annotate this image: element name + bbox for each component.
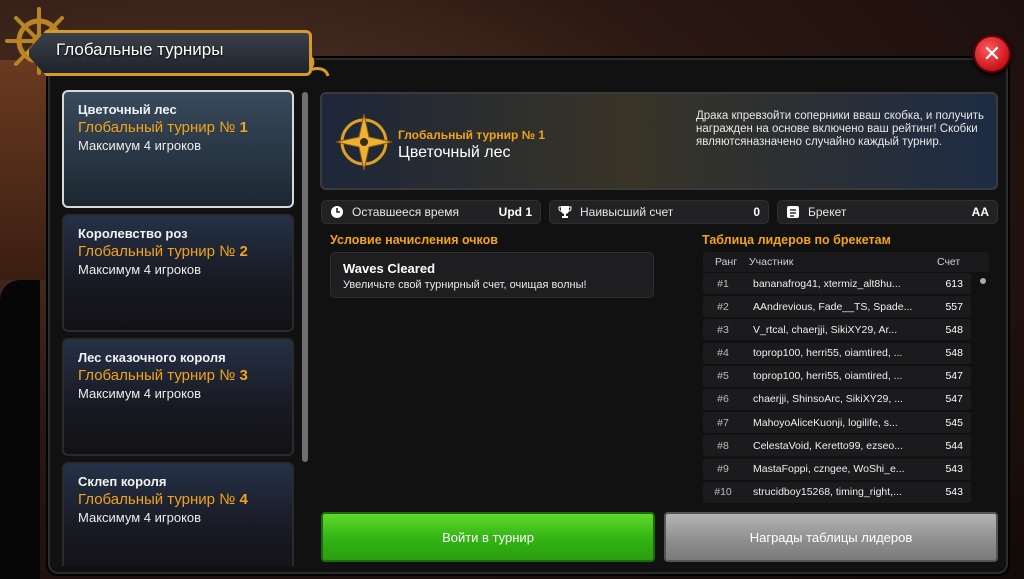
leaderboard-row: #2 AAndrevious, Fade__TS, Spade... 557 — [703, 296, 971, 318]
scoring-title: Условие начисления очков — [330, 233, 498, 247]
row-participants: CelestaVoid, Keretto99, ezseo... — [753, 439, 904, 452]
row-rank: #6 — [717, 393, 729, 406]
tournament-name: Лес сказочного короля — [78, 350, 226, 365]
leaderboard-rewards-button[interactable]: Награды таблицы лидеров — [664, 512, 998, 562]
column-rank: Ранг — [714, 256, 738, 268]
row-participants: MahoyoAliceKuonji, logilife, s... — [753, 416, 898, 429]
condition-title: Waves Cleared — [343, 261, 436, 276]
row-score: 548 — [945, 347, 963, 360]
hero-description: Драка кпревзойти соперники вваш скобка, … — [696, 110, 985, 148]
window-title: Глобальные турниры — [56, 40, 224, 59]
leaderboard-row: #9 MastaFoppi, czngee, WoShi_e... 543 — [703, 458, 971, 480]
scoring-condition: Waves Cleared Увеличьте свой турнирный с… — [330, 252, 654, 298]
column-score: Счет — [937, 256, 961, 268]
row-participants: toprop100, herri55, oiamtired, ... — [753, 370, 903, 383]
row-score: 543 — [945, 486, 963, 499]
leaderboard-row: #1 bananafrog41, xtermiz_alt8hu... 613 — [703, 273, 971, 294]
bracket-bar: Брекет AA — [777, 200, 998, 224]
bracket-value: AA — [971, 205, 989, 219]
tournament-card[interactable]: Цветочный лес Глобальный турнир № 1 Макс… — [62, 90, 294, 208]
row-score: 613 — [945, 277, 963, 290]
leaderboard-row: #8 CelestaVoid, Keretto99, ezseo... 544 — [703, 435, 971, 457]
tournament-name: Королевство роз — [78, 226, 188, 241]
row-rank: #10 — [714, 486, 732, 499]
row-rank: #9 — [717, 463, 729, 475]
highscore-bar: Наивысший счет 0 — [549, 200, 769, 224]
close-icon: ✕ — [982, 41, 1002, 66]
trophy-icon — [558, 205, 572, 219]
row-participants: MastaFoppi, czngee, WoShi_e... — [753, 463, 905, 475]
hero-tournament-name: Цветочный лес — [398, 144, 511, 161]
leaderboard-row: #10 strucidboy15268, timing_right,... 543 — [703, 481, 971, 503]
row-rank: #1 — [717, 277, 729, 290]
tournament-card[interactable]: Лес сказочного короля Глобальный турнир … — [62, 338, 294, 456]
tournament-name: Цветочный лес — [78, 102, 177, 117]
row-participants: bananafrog41, xtermiz_alt8hu... — [753, 277, 901, 290]
tournament-label: Глобальный турнир № 4 — [78, 491, 248, 508]
highscore-value: 0 — [753, 205, 760, 219]
list-icon — [786, 205, 800, 219]
bracket-label: Брекет — [808, 205, 847, 219]
leaderboard-row: #5 toprop100, herri55, oiamtired, ... 547 — [703, 365, 971, 387]
tournament-label: Глобальный турнир № 1 — [78, 119, 248, 136]
row-score: 547 — [945, 393, 963, 406]
row-score: 557 — [945, 300, 963, 313]
row-score: 544 — [945, 439, 963, 452]
compass-icon — [335, 113, 393, 171]
background-character — [0, 280, 40, 579]
hero-tournament-label: Глобальный турнир № 1 — [398, 128, 545, 142]
row-participants: toprop100, herri55, oiamtired, ... — [753, 347, 903, 360]
leaderboard-scrollbar[interactable] — [980, 278, 986, 284]
leaderboard-list[interactable]: #1 bananafrog41, xtermiz_alt8hu... 613 #2 A… — [703, 273, 971, 505]
column-participant: Участник — [749, 256, 794, 268]
leaderboard-row: #3 V_rtcal, chaerjji, SikiXY29, Ar... 548 — [703, 319, 971, 341]
leaderboard-row: #4 toprop100, herri55, oiamtired, ... 548 — [703, 342, 971, 364]
time-remaining-bar: Оставшееся время Upd 1 — [321, 200, 541, 224]
tournament-list: Цветочный лес Глобальный турнир № 1 Макс… — [60, 88, 298, 566]
leaderboard-row: #6 chaerjji, ShinsoArc, SikiXY29, ... 547 — [703, 388, 971, 410]
row-score: 545 — [945, 416, 963, 429]
row-score: 543 — [945, 463, 963, 475]
tournament-card[interactable]: Королевство роз Глобальный турнир № 2 Ма… — [62, 214, 294, 332]
highscore-label: Наивысший счет — [580, 205, 674, 219]
tournament-hero: Глобальный турнир № 1 Цветочный лес Драк… — [320, 92, 998, 190]
condition-description: Увеличьте свой турнирный счет, очищая во… — [343, 279, 587, 291]
sidebar-scrollbar[interactable] — [302, 92, 308, 462]
time-label: Оставшееся время — [352, 205, 460, 219]
tournament-card[interactable]: Склеп короля Глобальный турнир № 4 Макси… — [62, 462, 294, 566]
row-rank: #8 — [717, 439, 729, 452]
clock-icon — [330, 205, 344, 219]
tournament-max-players: Максимум 4 игроков — [78, 386, 202, 401]
close-button[interactable]: ✕ — [973, 35, 1011, 73]
leaderboard-row: #7 MahoyoAliceKuonji, logilife, s... 545 — [703, 412, 971, 434]
row-rank: #4 — [717, 347, 729, 360]
row-score: 547 — [945, 370, 963, 383]
leaderboard-header: Ранг Участник Счет — [703, 252, 989, 272]
tournament-max-players: Максимум 4 игроков — [78, 510, 202, 525]
row-rank: #3 — [717, 323, 729, 336]
tournament-label: Глобальный турнир № 2 — [78, 243, 248, 260]
tournament-name: Склеп короля — [78, 474, 167, 489]
tournament-max-players: Максимум 4 игроков — [78, 138, 202, 153]
row-participants: strucidboy15268, timing_right,... — [753, 486, 902, 499]
row-rank: #7 — [717, 416, 729, 429]
row-participants: AAndrevious, Fade__TS, Spade... — [753, 300, 913, 313]
row-participants: V_rtcal, chaerjji, SikiXY29, Ar... — [753, 323, 898, 336]
row-participants: chaerjji, ShinsoArc, SikiXY29, ... — [753, 393, 903, 406]
row-rank: #2 — [717, 300, 729, 313]
time-value: Upd 1 — [498, 205, 532, 219]
leaderboard-title: Таблица лидеров по брекетам — [702, 233, 891, 247]
enter-tournament-button[interactable]: Войти в турнир — [321, 512, 655, 562]
row-score: 548 — [945, 323, 963, 336]
tournament-max-players: Максимум 4 игроков — [78, 262, 202, 277]
tournament-label: Глобальный турнир № 3 — [78, 367, 248, 384]
row-rank: #5 — [717, 370, 729, 383]
